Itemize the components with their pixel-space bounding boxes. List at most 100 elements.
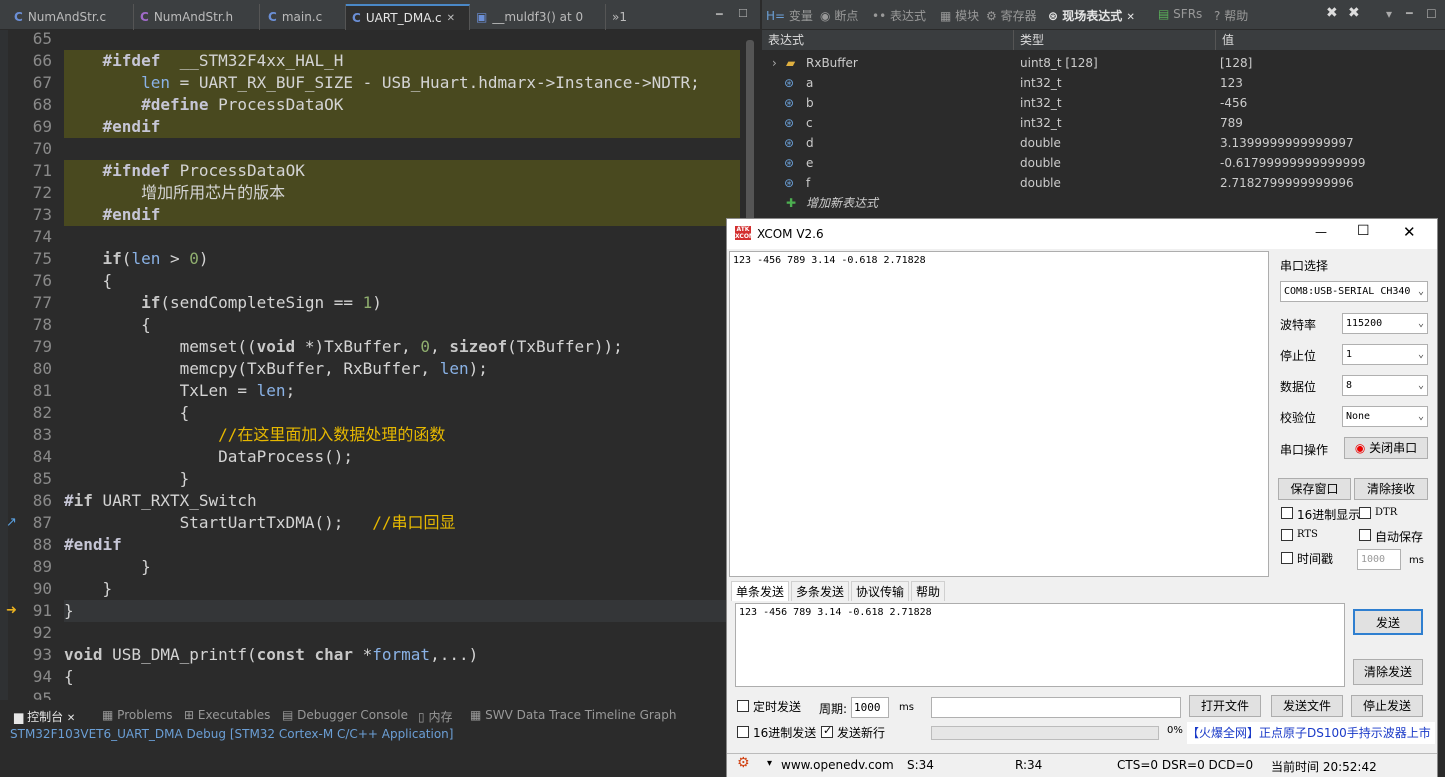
period-input[interactable]: 1000 [851,697,889,718]
open-file-button[interactable]: 打开文件 [1189,695,1261,717]
remove-selected-icon[interactable]: ✖ [1348,5,1360,21]
remove-all-icon[interactable]: ✖ [1326,5,1338,21]
code-line[interactable]: 88 #endif [0,534,760,556]
chevron-down-icon[interactable]: ▾ [767,758,772,769]
minimize-icon[interactable]: — [1315,225,1327,239]
timestamp-interval-input[interactable]: 1000 [1357,549,1401,570]
close-icon[interactable]: ✕ [1126,12,1134,23]
website-link[interactable]: www.openedv.com [781,758,894,772]
tab-numandstr-h[interactable]: C NumAndStr.h [134,4,260,30]
code-line[interactable]: 79 memset((void *)TxBuffer, 0, sizeof(Tx… [0,336,760,358]
code-line[interactable]: 66 #ifdef __STM32F4xx_HAL_H [0,50,760,72]
data-bits-select[interactable]: 8 ⌄ [1342,375,1428,396]
clear-receive-button[interactable]: 清除接收 [1354,478,1428,500]
receive-textarea[interactable]: 123 -456 789 3.14 -0.618 2.71828 [729,251,1269,577]
stop-bits-select[interactable]: 1 ⌄ [1342,344,1428,365]
xcom-titlebar[interactable]: ATK XCOM XCOM V2.6 — ☐ ✕ [727,219,1437,249]
minimize-icon[interactable]: ━ [1406,7,1413,20]
close-port-button[interactable]: ◉ 关闭串口 [1344,437,1428,459]
rts-checkbox[interactable] [1281,529,1293,541]
code-line[interactable]: 71 #ifndef ProcessDataOK [0,160,760,182]
tab-debugger-console[interactable]: ▤ Debugger Console [282,708,408,722]
minimize-icon[interactable]: ━ [716,8,723,21]
code-line[interactable]: 81 TxLen = len; [0,380,760,402]
timed-send-checkbox[interactable] [737,700,749,712]
code-editor[interactable]: 65 66 #ifdef __STM32F4xx_HAL_H 67 len = UA… [0,30,760,700]
code-line[interactable]: 74 [0,226,760,248]
tab-protocol[interactable]: 协议传输 [851,581,910,601]
code-line[interactable]: 72 增加所用芯片的版本 [0,182,760,204]
code-line[interactable]: 73 #endif [0,204,760,226]
code-line[interactable]: 85 } [0,468,760,490]
tab-multi-send[interactable]: 多条发送 [791,581,850,601]
parity-select[interactable]: None ⌄ [1342,406,1428,427]
tab-swv-trace[interactable]: ▦ SWV Data Trace Timeline Graph [470,708,676,722]
close-icon[interactable]: ✕ [67,713,75,724]
tab-variables[interactable]: H= 变量 [766,7,813,24]
tab-main-c[interactable]: Cmain.c [262,4,346,30]
hex-send-checkbox[interactable] [737,726,749,738]
code-line[interactable]: 84 DataProcess(); [0,446,760,468]
tab-live-expressions[interactable]: ⊛ 现场表达式 ✕ [1048,7,1135,24]
stop-send-button[interactable]: 停止发送 [1351,695,1423,717]
tab-uart-dma-c[interactable]: C UART_DMA.c ✕ [346,4,470,30]
code-line[interactable]: 68 #define ProcessDataOK [0,94,760,116]
code-line[interactable]: 89 } [0,556,760,578]
tab-modules[interactable]: ▦ 模块 [940,7,979,24]
tab-help[interactable]: ? 帮助 [1214,7,1248,24]
code-line[interactable]: 87 StartUartTxDMA(); //串口回显 [0,512,760,534]
timestamp-checkbox[interactable] [1281,552,1293,564]
maximize-icon[interactable]: ☐ [1357,223,1370,239]
file-path-input[interactable] [931,697,1181,718]
tab-breakpoints[interactable]: ◉ 断点 [820,7,858,24]
newline-send-checkbox[interactable] [821,724,833,738]
code-line[interactable]: 90 } [0,578,760,600]
maximize-icon[interactable]: ☐ [1426,7,1437,21]
maximize-icon[interactable]: ☐ [738,7,748,20]
tab-help[interactable]: 帮助 [911,581,946,601]
save-window-button[interactable]: 保存窗口 [1278,478,1351,500]
baud-select[interactable]: 115200 ⌄ [1342,313,1428,334]
watch-row[interactable]: › ▰ RxBuffer uint8_t [128] [128] [762,53,1445,73]
tab-expressions[interactable]: •• 表达式 [872,7,926,24]
column-header-expression[interactable]: 表达式 [762,30,1014,50]
tab-registers[interactable]: ⚙ 寄存器 [986,7,1037,24]
code-line[interactable]: 92 [0,622,760,644]
tab-numandstr-c[interactable]: C NumAndStr.c [8,4,134,30]
ad-link[interactable]: 【火爆全网】正点原子DS100手持示波器上市 [1187,722,1435,744]
tab-problems[interactable]: ▦ Problems [102,708,172,722]
code-line[interactable]: 70 [0,138,760,160]
tab-executables[interactable]: ⊞ Executables [184,708,270,722]
tab-memory[interactable]: ▯ 内存 [418,708,452,725]
code-line[interactable]: 91} [0,600,760,622]
close-icon[interactable]: ✕ [1403,223,1416,241]
expand-chevron-icon[interactable]: › [772,53,777,73]
code-line[interactable]: 78 { [0,314,760,336]
watch-row[interactable]: ⊛ f double 2.7182799999999996 [762,173,1445,193]
code-line[interactable]: 82 { [0,402,760,424]
column-header-value[interactable]: 值 [1216,30,1445,50]
add-expression-row[interactable]: ✚ 增加新表达式 [762,193,1445,213]
tab-overflow[interactable]: »1 [606,4,646,30]
code-line[interactable]: 76 { [0,270,760,292]
port-select[interactable]: COM8:USB-SERIAL CH340 ⌄ [1280,281,1428,302]
close-icon[interactable]: ✕ [447,13,455,24]
send-button[interactable]: 发送 [1353,609,1423,635]
watch-row[interactable]: ⊛ b int32_t -456 [762,93,1445,113]
code-line[interactable]: 69 #endif [0,116,760,138]
tab-sfrs[interactable]: ▤ SFRs [1158,7,1202,21]
watch-row[interactable]: ⊛ d double 3.1399999999999997 [762,133,1445,153]
settings-gear-icon[interactable]: ⚙ [737,755,750,771]
code-line[interactable]: 65 [0,30,760,50]
code-line[interactable]: 93 void USB_DMA_printf(const char *format… [0,644,760,666]
code-line[interactable]: 75 if(len > 0) [0,248,760,270]
tab-console[interactable]: ▆ 控制台 ✕ [14,708,75,725]
watch-row[interactable]: ⊛ e double -0.61799999999999999 [762,153,1445,173]
code-line[interactable]: 95 [0,688,760,700]
code-line[interactable]: 77 if(sendCompleteSign == 1) [0,292,760,314]
code-line[interactable]: 80 memcpy(TxBuffer, RxBuffer, len); [0,358,760,380]
clear-send-button[interactable]: 清除发送 [1353,659,1423,685]
dtr-checkbox[interactable] [1359,507,1371,519]
view-menu-icon[interactable]: ▾ [1386,7,1392,21]
tab-single-send[interactable]: 单条发送 [731,581,790,601]
